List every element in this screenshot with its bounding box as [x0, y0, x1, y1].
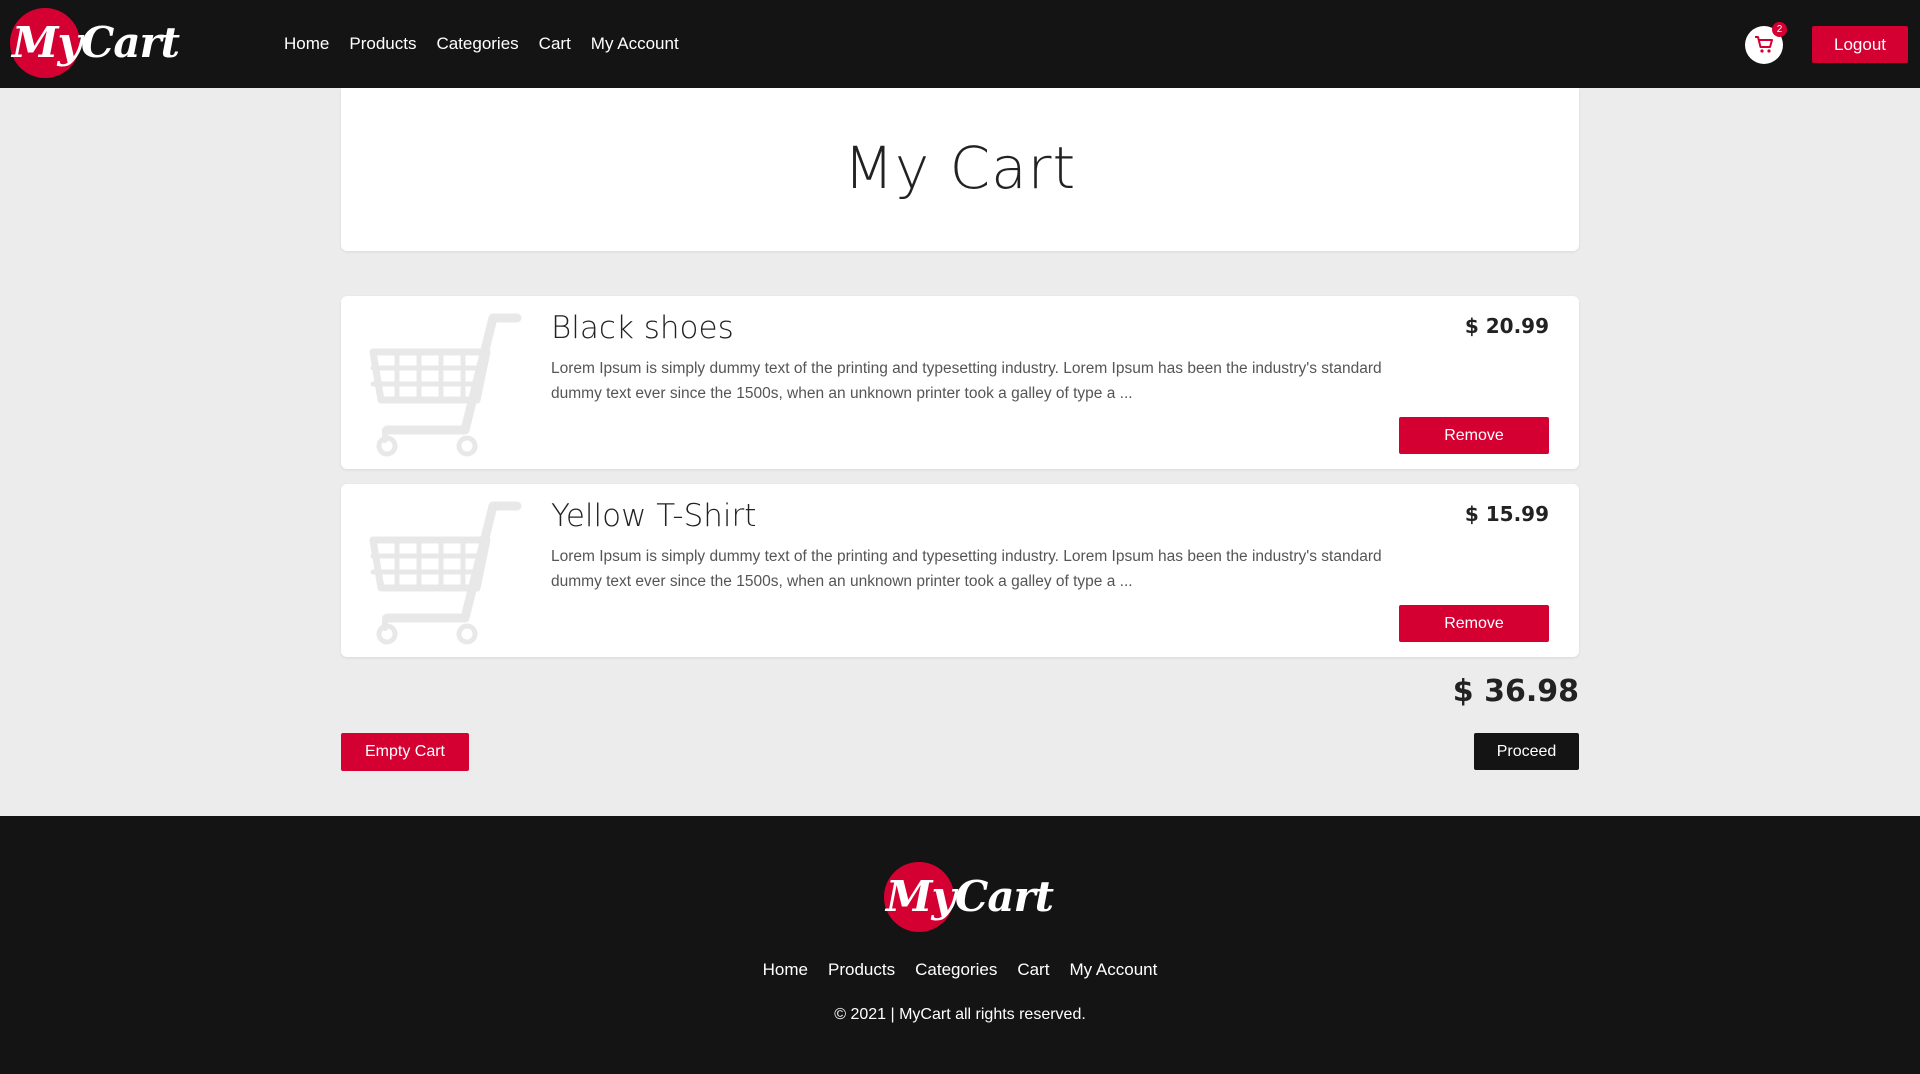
remove-item-button[interactable]: Remove: [1399, 605, 1549, 642]
empty-cart-button[interactable]: Empty Cart: [341, 733, 469, 771]
logo-text: MyCart: [12, 18, 180, 67]
shopping-cart-icon: [369, 313, 522, 457]
footer-nav-my-account[interactable]: My Account: [1069, 956, 1157, 984]
remove-item-button[interactable]: Remove: [1399, 417, 1549, 454]
proceed-button[interactable]: Proceed: [1474, 733, 1579, 770]
nav-categories[interactable]: Categories: [436, 30, 518, 58]
footer-nav-home[interactable]: Home: [763, 956, 808, 984]
item-price: $ 15.99: [1464, 502, 1549, 526]
item-description: Lorem Ipsum is simply dummy text of the …: [551, 548, 1382, 590]
page-title-card: My Cart: [341, 88, 1579, 251]
cart-button[interactable]: 2: [1745, 22, 1787, 64]
footer-nav-products[interactable]: Products: [828, 956, 895, 984]
footer: MyCart Home Products Categories Cart My …: [0, 816, 1920, 1074]
nav-products[interactable]: Products: [349, 30, 416, 58]
cart-count-badge: 2: [1772, 22, 1787, 37]
shopping-cart-icon: [1755, 36, 1773, 53]
logout-button[interactable]: Logout: [1812, 26, 1908, 63]
item-description: Lorem Ipsum is simply dummy text of the …: [551, 360, 1382, 402]
item-price: $ 20.99: [1464, 314, 1549, 338]
footer-nav-cart[interactable]: Cart: [1017, 956, 1049, 984]
nav-home[interactable]: Home: [284, 30, 329, 58]
brand-logo[interactable]: MyCart: [10, 8, 180, 80]
cart-item: Black shoes Lorem Ipsum is simply dummy …: [341, 296, 1579, 469]
footer-nav: Home Products Categories Cart My Account: [0, 956, 1920, 984]
page-title: My Cart: [843, 134, 1077, 202]
main-nav: Home Products Categories Cart My Account: [284, 30, 699, 58]
copyright-text: © 2021 | MyCart all rights reserved.: [834, 1006, 1086, 1023]
nav-my-account[interactable]: My Account: [591, 30, 679, 58]
shopping-cart-icon: [369, 501, 522, 645]
item-name: Black shoes: [551, 310, 734, 346]
top-navbar: MyCart Home Products Categories Cart My …: [0, 0, 1920, 88]
item-name: Yellow T-Shirt: [551, 498, 757, 534]
footer-nav-categories[interactable]: Categories: [915, 956, 997, 984]
cart-total: $ 36.98: [1452, 674, 1579, 709]
cart-item: Yellow T-Shirt Lorem Ipsum is simply dum…: [341, 484, 1579, 657]
nav-cart[interactable]: Cart: [539, 30, 571, 58]
logo-text: MyCart: [886, 872, 1054, 921]
footer-logo[interactable]: MyCart: [884, 862, 1054, 934]
